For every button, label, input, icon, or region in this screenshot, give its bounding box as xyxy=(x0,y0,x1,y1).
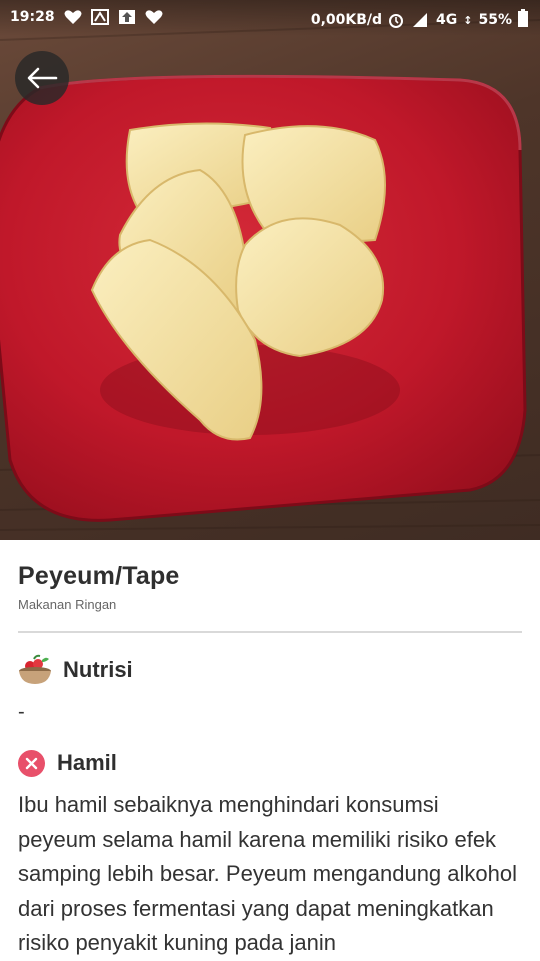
arrow-left-icon xyxy=(27,67,58,89)
status-bar: 19:28 0,00KB/d 4G ↕ 55% xyxy=(0,0,540,36)
pregnancy-header: Hamil xyxy=(18,746,522,780)
heart-icon xyxy=(145,9,163,25)
food-category: Makanan Ringan xyxy=(18,597,117,612)
network-type: 4G xyxy=(436,12,458,28)
signal-icon xyxy=(412,12,430,28)
battery-level: 55% xyxy=(478,12,512,28)
battery-icon xyxy=(518,9,528,31)
divider xyxy=(18,631,522,633)
heart-icon xyxy=(64,9,82,25)
nutrition-value: - xyxy=(18,701,25,723)
data-arrow-icon: ↕ xyxy=(463,13,473,27)
nutrition-header: Nutrisi xyxy=(18,653,522,687)
network-speed: 0,00KB/d xyxy=(310,12,383,28)
box-icon xyxy=(90,9,109,25)
pregnancy-label: Hamil xyxy=(57,750,117,775)
upload-icon xyxy=(118,9,136,25)
nutrition-label: Nutrisi xyxy=(63,657,133,682)
food-detail: Peyeum/Tape Makanan Ringan Nutrisi - Ham… xyxy=(18,540,522,961)
back-button[interactable] xyxy=(15,51,69,105)
pregnancy-description: Ibu hamil sebaiknya menghindari konsumsi… xyxy=(18,792,517,955)
food-photo xyxy=(0,0,540,540)
page-title: Peyeum/Tape xyxy=(18,562,180,590)
food-photo-illustration xyxy=(0,19,540,531)
close-circle-icon xyxy=(18,749,45,777)
alarm-icon xyxy=(388,12,406,28)
food-bowl-icon xyxy=(18,654,52,686)
status-time: 19:28 xyxy=(10,9,55,25)
